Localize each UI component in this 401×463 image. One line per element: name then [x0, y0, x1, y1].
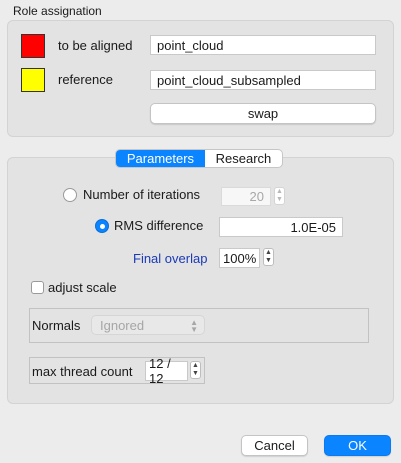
iterations-field[interactable]: 20: [221, 187, 271, 206]
thread-label: max thread count: [32, 364, 133, 379]
stepper-up-icon: ▲: [265, 249, 272, 256]
to-be-aligned-label: to be aligned: [58, 38, 133, 53]
stepper-down-icon: ▼: [265, 257, 272, 264]
normals-value: Ignored: [100, 317, 145, 333]
swap-label: swap: [247, 106, 279, 121]
final-overlap-value: 100%: [223, 250, 257, 266]
adjust-scale-checkbox[interactable]: [31, 281, 44, 294]
rms-field[interactable]: 1.0E-05: [219, 217, 343, 237]
cancel-label: Cancel: [254, 438, 295, 453]
normals-select[interactable]: Ignored ▲ ▼: [91, 315, 205, 335]
tab-research[interactable]: Research: [205, 150, 282, 167]
reference-label: reference: [58, 72, 113, 87]
ok-button[interactable]: OK: [324, 435, 391, 456]
adjust-scale-label: adjust scale: [48, 280, 117, 295]
iterations-label: Number of iterations: [83, 187, 201, 202]
iterations-value: 20: [249, 189, 264, 204]
tab-bar: Parameters Research: [115, 149, 283, 168]
to-be-aligned-field: point_cloud: [150, 35, 376, 55]
iterations-radio[interactable]: [63, 188, 77, 202]
stepper-down-icon: ▼: [276, 196, 283, 203]
rms-label: RMS difference: [114, 218, 204, 233]
thread-value: 12 / 12: [149, 356, 171, 386]
iterations-stepper[interactable]: ▲ ▼: [274, 187, 285, 205]
normals-label: Normals: [32, 318, 81, 333]
thread-stepper[interactable]: ▲ ▼: [190, 361, 201, 379]
reference-value: point_cloud_subsampled: [157, 72, 301, 88]
reference-color-swatch[interactable]: [21, 68, 45, 92]
cancel-button[interactable]: Cancel: [241, 435, 308, 456]
rms-radio[interactable]: [95, 219, 109, 233]
final-overlap-label: Final overlap: [133, 251, 208, 266]
stepper-down-icon: ▼: [192, 370, 199, 377]
chevron-updown-icon: ▲ ▼: [190, 318, 198, 334]
tab-parameters[interactable]: Parameters: [116, 150, 205, 167]
reference-field: point_cloud_subsampled: [150, 70, 376, 90]
final-overlap-field[interactable]: 100%: [219, 248, 260, 268]
thread-field[interactable]: 12 / 12: [145, 356, 188, 386]
to-be-aligned-color-swatch[interactable]: [21, 34, 45, 58]
role-assignation-title: Role assignation: [13, 4, 102, 18]
ok-label: OK: [348, 438, 367, 453]
swap-button[interactable]: swap: [150, 103, 376, 124]
stepper-up-icon: ▲: [276, 188, 283, 195]
stepper-up-icon: ▲: [192, 362, 199, 369]
rms-value: 1.0E-05: [290, 219, 336, 235]
final-overlap-stepper[interactable]: ▲ ▼: [263, 248, 274, 266]
to-be-aligned-value: point_cloud: [157, 37, 224, 53]
